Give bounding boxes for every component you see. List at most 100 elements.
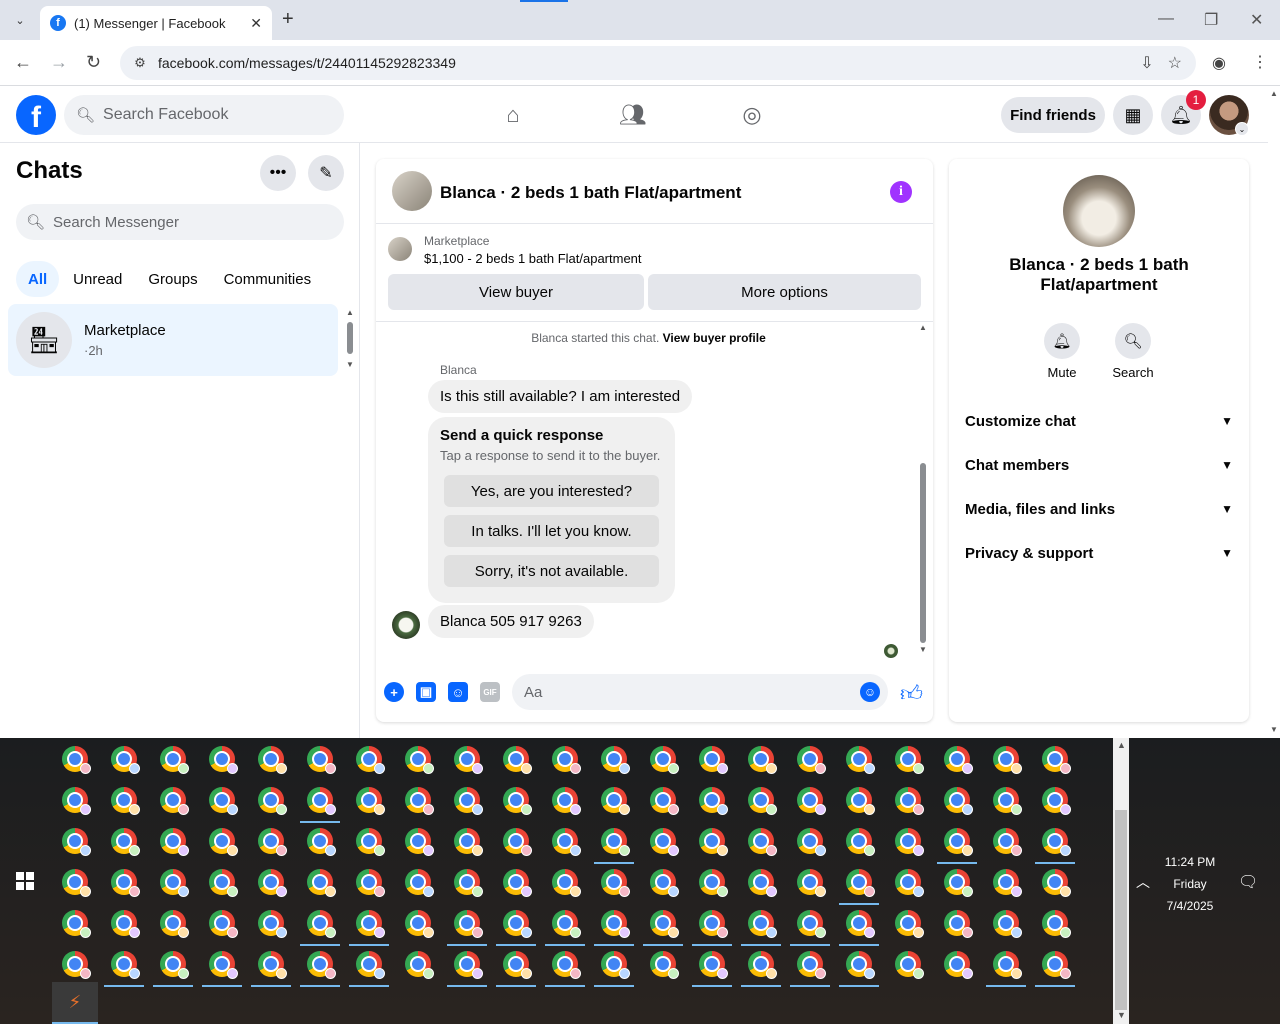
chrome-browser-icon[interactable] <box>601 828 630 856</box>
chrome-browser-icon[interactable] <box>601 787 630 815</box>
chrome-browser-icon[interactable] <box>601 869 630 897</box>
scroll-thumb[interactable] <box>920 463 926 643</box>
friends-icon[interactable]: 👥︎ <box>619 101 647 129</box>
chrome-browser-icon[interactable] <box>454 828 483 856</box>
emoji-icon[interactable]: ☺ <box>860 682 880 702</box>
chrome-browser-icon[interactable] <box>797 828 826 856</box>
chrome-browser-icon[interactable] <box>699 951 728 979</box>
scroll-up-icon[interactable]: ▲ <box>919 323 927 332</box>
browser-tab-messenger[interactable]: f (1) Messenger | Facebook ✕ <box>40 6 272 40</box>
scroll-thumb[interactable] <box>347 322 353 354</box>
chrome-browser-icon[interactable] <box>62 869 91 897</box>
thread-scrollbar[interactable]: ▲ ▼ <box>917 323 929 659</box>
chrome-browser-icon[interactable] <box>62 828 91 856</box>
chrome-browser-icon[interactable] <box>356 746 385 774</box>
photo-icon[interactable]: ▣ <box>416 682 436 702</box>
chrome-browser-icon[interactable] <box>846 828 875 856</box>
message-bubble[interactable]: Blanca 505 917 9263 <box>428 605 594 638</box>
chrome-browser-icon[interactable] <box>699 746 728 774</box>
install-app-icon[interactable]: ⇩ <box>1140 53 1153 73</box>
chrome-browser-icon[interactable] <box>797 951 826 979</box>
chrome-browser-icon[interactable] <box>111 787 140 815</box>
action-center-icon[interactable]: 🗨︎ <box>1238 872 1258 892</box>
chrome-browser-icon[interactable] <box>650 910 679 938</box>
chrome-browser-icon[interactable] <box>797 910 826 938</box>
chrome-browser-icon[interactable] <box>405 910 434 938</box>
chrome-browser-icon[interactable] <box>650 746 679 774</box>
scroll-down-icon[interactable]: ▼ <box>1117 1010 1126 1020</box>
menu-grid-icon[interactable]: ▦ <box>1113 95 1153 135</box>
chrome-browser-icon[interactable] <box>258 746 287 774</box>
back-arrow-icon[interactable]: ← <box>14 52 32 73</box>
chrome-browser-icon[interactable] <box>552 951 581 979</box>
chrome-browser-icon[interactable] <box>209 869 238 897</box>
new-tab-plus-icon[interactable]: + <box>282 8 294 31</box>
chrome-browser-icon[interactable] <box>846 951 875 979</box>
chrome-browser-icon[interactable] <box>993 787 1022 815</box>
chrome-browser-icon[interactable] <box>846 787 875 815</box>
gif-icon[interactable]: GIF <box>480 682 500 702</box>
chrome-browser-icon[interactable] <box>258 910 287 938</box>
view-buyer-button[interactable]: View buyer <box>388 274 644 310</box>
sticker-icon[interactable]: ☺ <box>448 682 468 702</box>
chrome-browser-icon[interactable] <box>405 787 434 815</box>
filter-unread[interactable]: Unread <box>61 261 134 297</box>
scroll-down-icon[interactable]: ▼ <box>346 360 354 369</box>
chrome-browser-icon[interactable] <box>454 869 483 897</box>
chrome-browser-icon[interactable] <box>503 828 532 856</box>
chrome-browser-icon[interactable] <box>993 869 1022 897</box>
chrome-browser-icon[interactable] <box>258 869 287 897</box>
groups-icon[interactable]: ◎ <box>738 101 766 129</box>
scroll-up-icon[interactable]: ▲ <box>1117 740 1126 750</box>
chrome-browser-icon[interactable] <box>748 828 777 856</box>
chrome-browser-icon[interactable] <box>944 910 973 938</box>
forward-arrow-icon[interactable]: → <box>50 52 68 73</box>
chrome-browser-icon[interactable] <box>454 746 483 774</box>
chrome-browser-icon[interactable] <box>650 869 679 897</box>
chrome-browser-icon[interactable] <box>552 910 581 938</box>
chrome-browser-icon[interactable] <box>209 910 238 938</box>
chrome-browser-icon[interactable] <box>846 869 875 897</box>
home-icon[interactable]: ⌂ <box>499 101 527 129</box>
chrome-browser-icon[interactable] <box>160 828 189 856</box>
mute-button[interactable]: 🔔︎ Mute <box>1030 323 1094 380</box>
chrome-browser-icon[interactable] <box>356 869 385 897</box>
chrome-browser-icon[interactable] <box>601 910 630 938</box>
chrome-browser-icon[interactable] <box>797 869 826 897</box>
chrome-browser-icon[interactable] <box>160 910 189 938</box>
chrome-browser-icon[interactable] <box>797 746 826 774</box>
reload-icon[interactable]: ↻ <box>86 52 101 73</box>
new-message-icon[interactable]: ✎ <box>308 155 344 191</box>
chrome-browser-icon[interactable] <box>356 910 385 938</box>
chrome-browser-icon[interactable] <box>895 869 924 897</box>
browser-profile-icon[interactable]: ◉ <box>1212 53 1226 73</box>
chrome-browser-icon[interactable] <box>62 746 91 774</box>
view-buyer-profile-link[interactable]: View buyer profile <box>663 331 766 345</box>
chrome-browser-icon[interactable] <box>209 951 238 979</box>
chrome-browser-icon[interactable] <box>454 787 483 815</box>
customize-chat-section[interactable]: Customize chat ▼ <box>957 399 1241 443</box>
chrome-browser-icon[interactable] <box>209 746 238 774</box>
chrome-browser-icon[interactable] <box>1042 746 1071 774</box>
chrome-browser-icon[interactable] <box>552 828 581 856</box>
chrome-browser-icon[interactable] <box>748 787 777 815</box>
chrome-browser-icon[interactable] <box>650 951 679 979</box>
site-settings-icon[interactable]: ⚙ <box>130 53 150 73</box>
chrome-browser-icon[interactable] <box>699 787 728 815</box>
chrome-browser-icon[interactable] <box>503 869 532 897</box>
chrome-browser-icon[interactable] <box>258 787 287 815</box>
chrome-browser-icon[interactable] <box>405 828 434 856</box>
chrome-browser-icon[interactable] <box>111 828 140 856</box>
chrome-browser-icon[interactable] <box>993 828 1022 856</box>
close-tab-icon[interactable]: ✕ <box>250 15 262 32</box>
account-chevron-icon[interactable]: ⌄ <box>1235 122 1249 136</box>
chrome-browser-icon[interactable] <box>748 910 777 938</box>
more-options-icon[interactable]: ••• <box>260 155 296 191</box>
chrome-browser-icon[interactable] <box>1042 869 1071 897</box>
tab-search-chevron-icon[interactable]: ⌄ <box>8 8 32 32</box>
listing-large-avatar[interactable] <box>1063 175 1135 247</box>
restore-icon[interactable]: ❐ <box>1204 10 1218 30</box>
chrome-browser-icon[interactable] <box>748 869 777 897</box>
chrome-browser-icon[interactable] <box>111 910 140 938</box>
chrome-browser-icon[interactable] <box>601 746 630 774</box>
